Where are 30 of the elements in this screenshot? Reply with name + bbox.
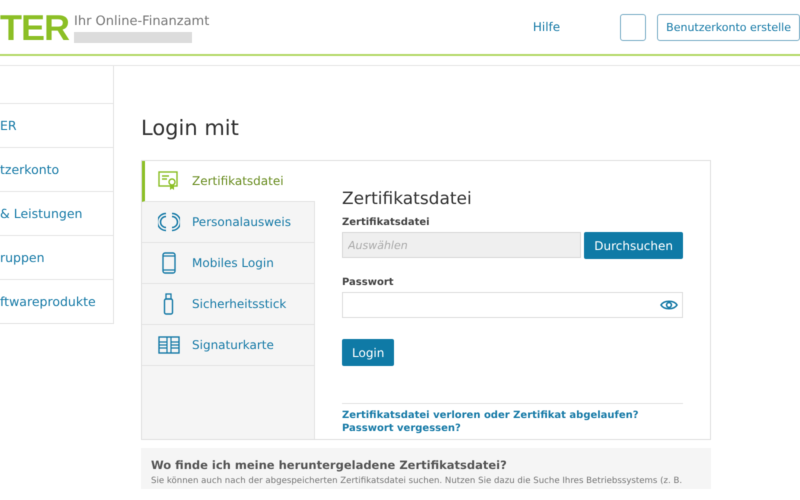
login-method-tab[interactable]: Mobiles Login (142, 243, 314, 284)
login-method-tab[interactable]: Zertifikatsdatei (142, 161, 315, 202)
rings-icon (158, 211, 180, 233)
login-button[interactable]: Login (342, 339, 394, 366)
help-link[interactable]: Hilfe (532, 20, 560, 34)
certificate-icon (158, 170, 180, 192)
field-label: Passwort (342, 277, 395, 288)
sidebar-item[interactable]: ER (0, 118, 17, 133)
info-title: Wo finde ich meine heruntergeladene Zertifikatsdatei? (151, 458, 508, 472)
square-button[interactable] (620, 14, 646, 40)
login-method-tab[interactable]: Sicherheitsstick (142, 284, 314, 325)
page-title: Login mit (141, 116, 240, 140)
info-text: Sie können auch nach der abgespeicherten Zertifikatsdatei suchen. Nutzen Sie dazu die Suche Ihres Betriebssystems (z. B. (151, 475, 684, 487)
sidebar-item[interactable]: ruppen (0, 250, 45, 265)
login-method-tab[interactable]: Signaturkarte (142, 325, 314, 366)
create-account-button[interactable]: Benutzerkonto erstelle (657, 14, 800, 40)
password-field[interactable] (342, 292, 683, 318)
help-link[interactable]: Zertifikatsdatei verloren oder Zertifikat abgelaufen? (342, 410, 639, 421)
eye-icon[interactable] (660, 299, 678, 311)
browse-button[interactable]: Durchsuchen (584, 232, 683, 259)
form-title: Zertifikatsdatei (342, 189, 473, 209)
chip-card-icon (158, 334, 180, 356)
tagline: Ihr Online-Finanzamt (74, 14, 210, 28)
field-label: Zertifikatsdatei (342, 217, 431, 228)
sidebar-item[interactable]: & Leistungen (0, 206, 82, 221)
help-link[interactable]: Passwort vergessen? (342, 423, 461, 434)
sidebar-item[interactable]: tzerkonto (0, 162, 60, 177)
sidebar-item[interactable]: ftwareprodukte (0, 294, 96, 309)
logo-text: TER (0, 10, 69, 46)
login-method-tab[interactable]: Personalausweis (142, 202, 314, 243)
